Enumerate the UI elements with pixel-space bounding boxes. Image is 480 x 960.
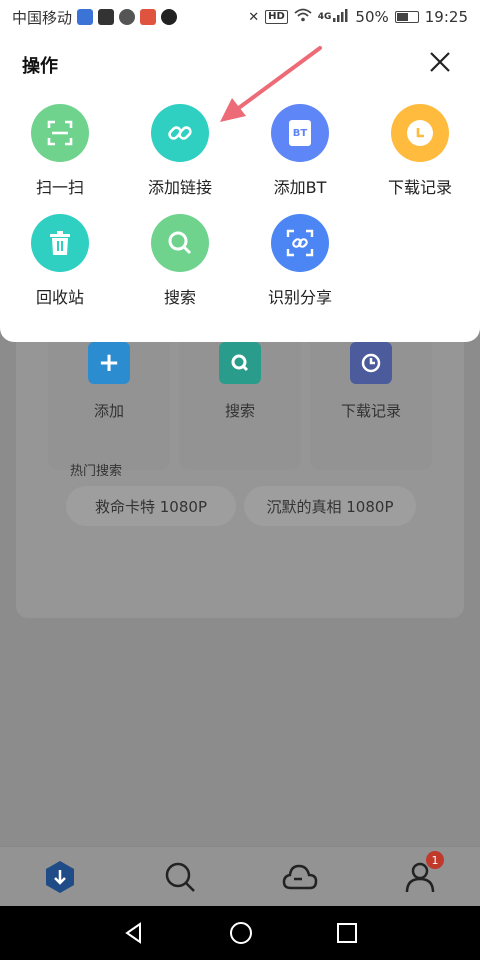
- clock-icon: [350, 342, 392, 384]
- close-icon: [430, 52, 450, 72]
- bg-tile-label: 搜索: [224, 402, 255, 420]
- action-scan[interactable]: 扫一扫: [5, 104, 115, 198]
- bg-tile-label: 添加: [93, 402, 124, 420]
- scan-icon: [31, 104, 89, 162]
- action-label: 回收站: [35, 288, 84, 307]
- trash-icon: [31, 214, 89, 272]
- action-label: 扫一扫: [35, 178, 84, 197]
- action-download-history[interactable]: 下载记录: [365, 104, 475, 198]
- hd-icon: HD: [265, 10, 288, 24]
- action-label: 下载记录: [387, 178, 452, 197]
- hot-search-title: 热门搜索: [70, 464, 123, 479]
- hot-search-chip[interactable]: 救命卡特 1080P: [66, 486, 236, 526]
- action-label: 添加BT: [273, 178, 327, 197]
- action-recycle-bin[interactable]: 回收站: [5, 214, 115, 308]
- close-button[interactable]: [428, 50, 452, 74]
- action-recognize-share[interactable]: 识别分享: [245, 214, 355, 308]
- download-tab-icon: [46, 861, 74, 893]
- home-icon[interactable]: [229, 921, 253, 945]
- battery-icon: [394, 11, 419, 23]
- action-label: 搜索: [163, 288, 196, 307]
- back-icon[interactable]: [122, 921, 146, 945]
- plus-icon: +: [88, 342, 130, 384]
- bg-tile-download-history[interactable]: 下载记录: [310, 330, 432, 470]
- search-tab-icon: [165, 862, 195, 892]
- search-icon: [151, 214, 209, 272]
- play-notification-icon: [98, 9, 115, 25]
- bg-tile-search[interactable]: 搜索: [179, 330, 301, 470]
- qq-icon: [161, 9, 178, 25]
- status-bar: 中国移动 ✕ HD 4G 50% 19:25: [0, 0, 480, 34]
- signal-label: 4G: [317, 12, 332, 22]
- app-notification-icon: [77, 9, 94, 25]
- wechat-icon: [119, 9, 136, 25]
- wifi-icon: [294, 8, 312, 26]
- system-nav-bar: [0, 906, 480, 960]
- share-recognize-icon: [271, 214, 329, 272]
- bg-tile-add[interactable]: + 添加: [48, 330, 170, 470]
- sheet-title: 操作: [22, 56, 58, 77]
- bottom-tab-bar: 1: [0, 846, 480, 906]
- carrier-label: 中国移动: [12, 8, 73, 27]
- recents-icon[interactable]: [336, 922, 358, 944]
- notification-badge: 1: [426, 851, 444, 869]
- bg-tile-label: 下载记录: [340, 402, 401, 420]
- app-notification-icon-2: [140, 9, 157, 25]
- clock-icon: [391, 104, 449, 162]
- tab-download[interactable]: [42, 859, 78, 895]
- action-label: 添加链接: [147, 178, 212, 197]
- battery-percent: 50%: [355, 8, 389, 26]
- tab-profile[interactable]: 1: [402, 851, 444, 895]
- search-icon: [219, 342, 261, 384]
- annotation-arrow: [220, 46, 322, 122]
- signal-icon: [333, 8, 349, 26]
- hot-search-chip[interactable]: 沉默的真相 1080P: [244, 486, 416, 526]
- cloud-tab-icon: [282, 864, 318, 890]
- tab-search[interactable]: [162, 859, 198, 895]
- link-icon: [151, 104, 209, 162]
- tab-cloud[interactable]: [282, 859, 318, 895]
- action-search[interactable]: 搜索: [125, 214, 235, 308]
- action-label: 识别分享: [267, 288, 332, 307]
- clock-time: 19:25: [424, 8, 468, 26]
- mute-icon: ✕: [248, 9, 260, 25]
